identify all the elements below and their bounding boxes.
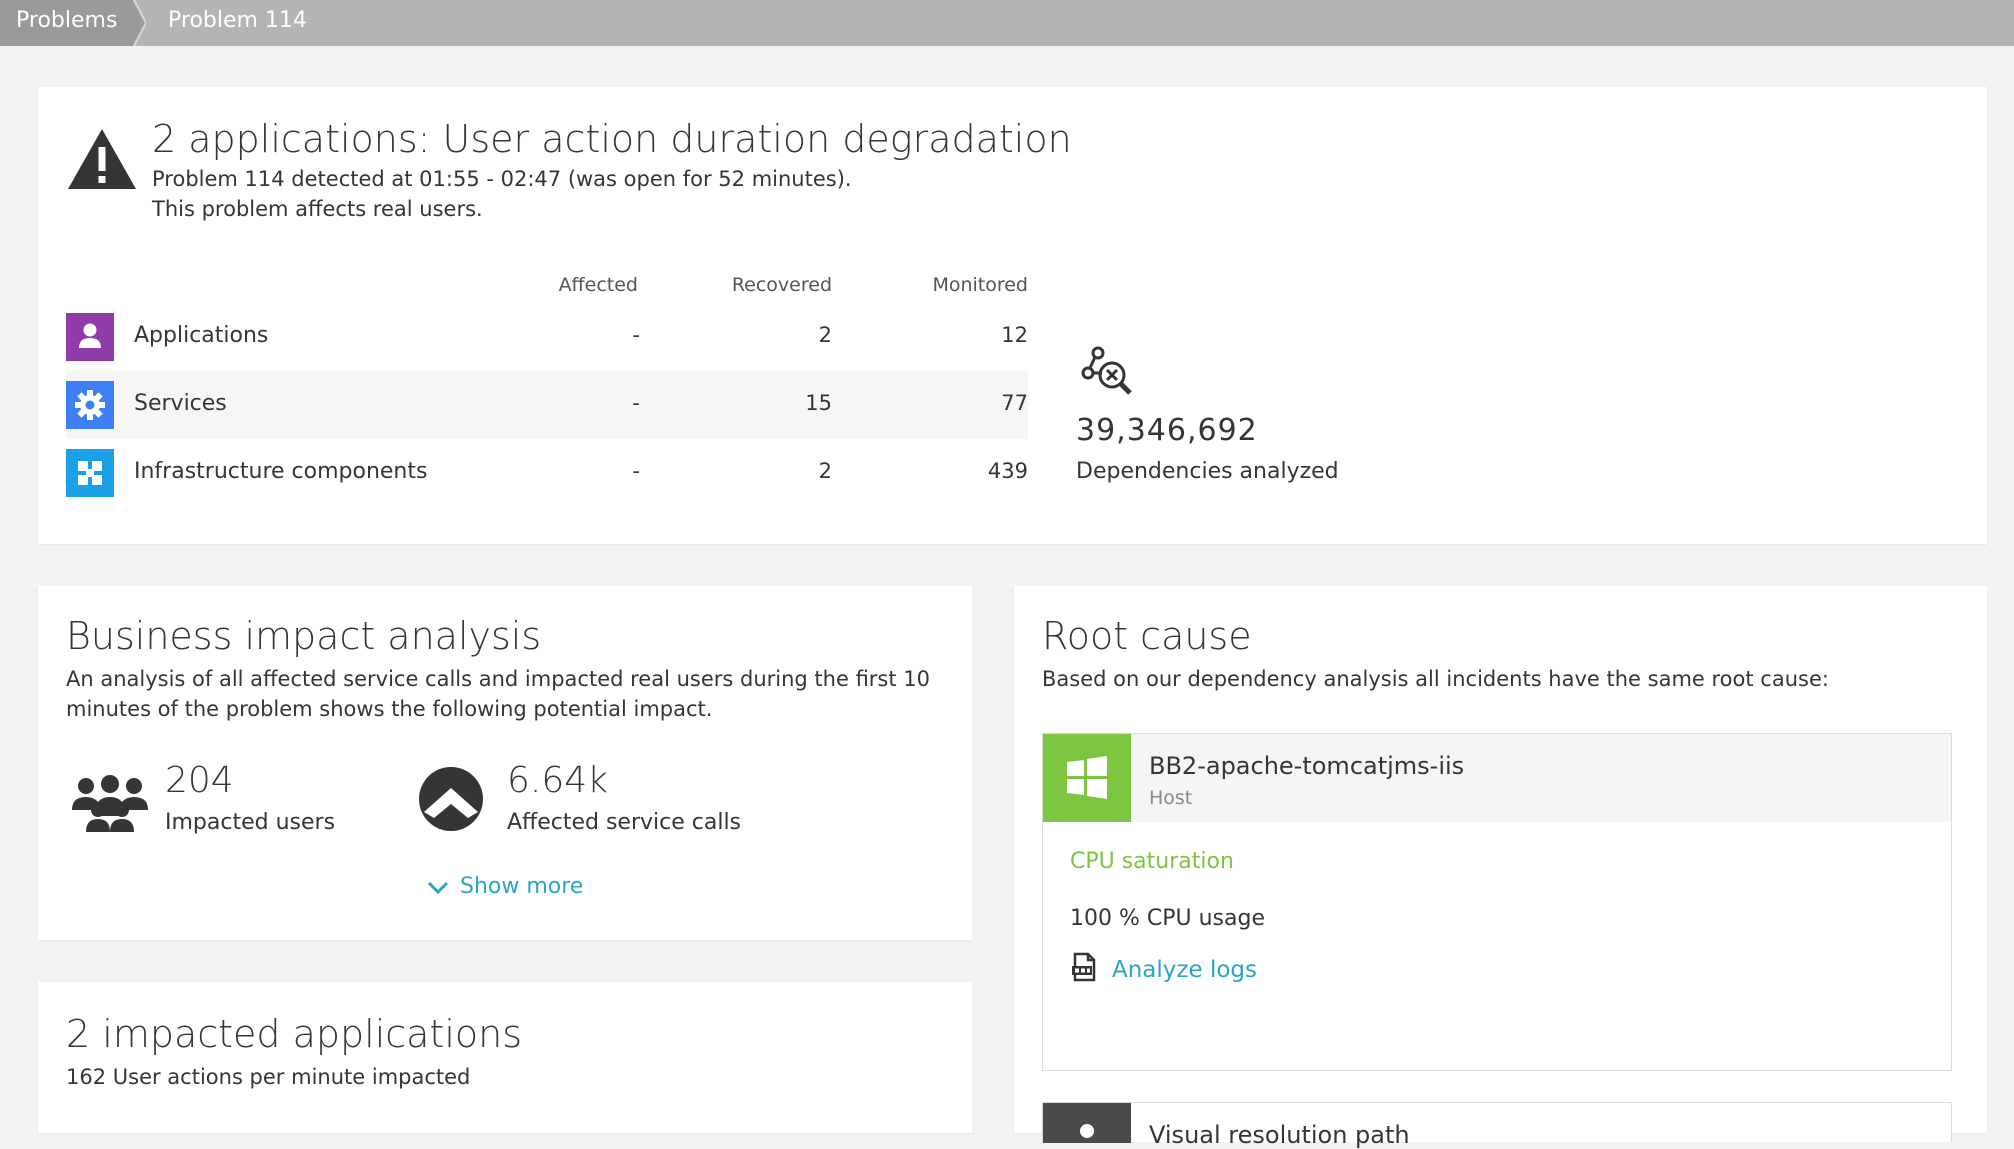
applications-monitored: 12 [1001, 323, 1028, 347]
impacted-users-count: 204 [165, 760, 234, 801]
table-row-infrastructure[interactable]: Infrastructure components - 2 439 [66, 439, 1028, 507]
table-row-services[interactable]: Services - 15 77 [66, 371, 1028, 439]
impacted-users-label: Impacted users [165, 810, 336, 835]
applications-affected: - [632, 323, 640, 347]
visual-resolution-path-panel[interactable]: Visual resolution path [1042, 1102, 1952, 1149]
business-impact-card: Business impact analysis An analysis of … [38, 586, 972, 940]
row-label-infrastructure[interactable]: Infrastructure components [134, 459, 427, 484]
analyze-logs-label: Analyze logs [1112, 957, 1257, 983]
log-file-icon [1072, 952, 1096, 982]
row-label-applications[interactable]: Applications [134, 323, 268, 348]
chevron-down-icon [427, 881, 449, 895]
row-label-services[interactable]: Services [134, 391, 227, 416]
services-recovered: 15 [805, 391, 832, 415]
infrastructure-icon [66, 449, 114, 497]
column-header-recovered: Recovered [731, 274, 832, 296]
impacted-applications-title: 2 impacted applications [66, 1012, 523, 1056]
infrastructure-recovered: 2 [818, 459, 832, 483]
service-gear-icon [66, 381, 114, 429]
visual-resolution-path-label[interactable]: Visual resolution path [1149, 1121, 1410, 1149]
applications-recovered: 2 [818, 323, 832, 347]
warning-triangle-icon [68, 129, 136, 189]
affected-service-calls-count: 6.64k [507, 760, 609, 801]
breadcrumb-problems[interactable]: Problems [0, 0, 134, 46]
dependencies-analyzed-label: Dependencies analyzed [1076, 459, 1339, 484]
dependency-search-icon [1081, 346, 1132, 395]
column-header-affected: Affected [558, 274, 638, 296]
host-type-label: Host [1149, 787, 1193, 809]
breadcrumb-bar: Problems Problem 114 [0, 0, 2014, 46]
resolution-path-icon [1043, 1103, 1131, 1143]
infrastructure-affected: - [632, 459, 640, 483]
root-cause-card: Root cause Based on our dependency analy… [1014, 586, 1987, 1149]
host-name-link[interactable]: BB2-apache-tomcatjms-iis [1149, 752, 1464, 780]
infrastructure-monitored: 439 [987, 459, 1028, 483]
breadcrumb-problem-114[interactable]: Problem 114 [152, 0, 307, 46]
show-more-button[interactable]: Show more [426, 874, 583, 899]
services-monitored: 77 [1001, 391, 1028, 415]
host-header[interactable]: BB2-apache-tomcatjms-iis Host [1043, 734, 1951, 822]
users-group-icon [72, 775, 148, 832]
column-header-monitored: Monitored [932, 274, 1028, 296]
show-more-label: Show more [460, 874, 584, 899]
problem-affects-line: This problem affects real users. [152, 197, 483, 221]
problem-title: 2 applications: User action duration deg… [152, 117, 1072, 161]
business-impact-description-2: minutes of the problem shows the followi… [66, 697, 713, 721]
business-impact-description-1: An analysis of all affected service call… [66, 667, 931, 691]
business-impact-title: Business impact analysis [66, 614, 542, 658]
table-row-applications[interactable]: Applications - 2 12 [66, 303, 1028, 371]
cpu-saturation-link[interactable]: CPU saturation [1070, 849, 1234, 874]
problem-summary-card: 2 applications: User action duration deg… [38, 87, 1987, 544]
root-cause-title: Root cause [1042, 614, 1252, 658]
services-affected: - [632, 391, 640, 415]
cpu-usage-value: 100 % CPU usage [1070, 906, 1265, 931]
service-calls-icon [419, 767, 483, 831]
dependencies-analyzed-count: 39,346,692 [1076, 413, 1258, 448]
root-cause-description: Based on our dependency analysis all inc… [1042, 667, 1829, 691]
analyze-logs-link[interactable]: Analyze logs [1070, 952, 1257, 983]
application-user-icon [66, 313, 114, 361]
windows-host-icon [1043, 734, 1131, 822]
affected-service-calls-label: Affected service calls [507, 810, 742, 835]
impacted-applications-subtitle: 162 User actions per minute impacted [66, 1065, 471, 1089]
impacted-applications-card: 2 impacted applications 162 User actions… [38, 982, 972, 1133]
root-cause-host-panel: BB2-apache-tomcatjms-iis Host CPU satura… [1042, 733, 1952, 1071]
breadcrumb-separator [122, 0, 146, 46]
problem-detected-line: Problem 114 detected at 01:55 - 02:47 (w… [152, 167, 852, 191]
